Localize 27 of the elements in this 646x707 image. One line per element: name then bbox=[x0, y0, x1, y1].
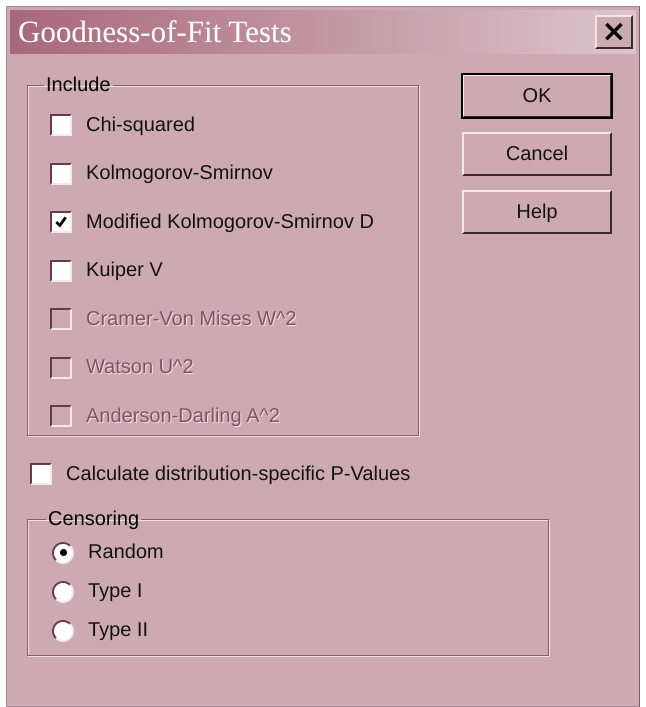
checkbox-label: Watson U^2 bbox=[86, 356, 194, 380]
window-title: Goodness-of-Fit Tests bbox=[18, 14, 292, 50]
checkbox-label: Anderson-Darling A^2 bbox=[86, 404, 280, 428]
checkbox[interactable] bbox=[50, 114, 72, 136]
checkbox-label: Chi-squared bbox=[86, 114, 195, 137]
radio-label: Random bbox=[88, 541, 164, 564]
radio-button[interactable] bbox=[52, 620, 74, 642]
group-label: Include bbox=[45, 74, 112, 97]
checkbox-label: Kuiper V bbox=[86, 259, 163, 282]
radio-label: Type I bbox=[88, 580, 142, 603]
checkbox[interactable] bbox=[30, 463, 52, 485]
checkbox[interactable] bbox=[50, 260, 72, 282]
radio-button[interactable] bbox=[52, 542, 74, 564]
dialog-button[interactable]: Help bbox=[462, 190, 612, 234]
checkbox-label: Kolmogorov-Smirnov bbox=[86, 162, 273, 186]
group-label: Censoring bbox=[47, 508, 140, 531]
checkbox[interactable] bbox=[50, 162, 72, 185]
checkbox[interactable] bbox=[50, 211, 72, 234]
checkbox-label: Cramer-Von Mises W^2 bbox=[86, 308, 297, 331]
dialog-button[interactable]: Cancel bbox=[462, 132, 612, 176]
dialog-button[interactable]: OK bbox=[462, 74, 612, 118]
checkbox-label: Modified Kolmogorov-Smirnov D bbox=[86, 210, 374, 234]
checkbox-label: Calculate distribution-specific P-Values bbox=[66, 462, 410, 486]
check-icon bbox=[54, 215, 68, 230]
close-button[interactable]: × bbox=[595, 15, 633, 49]
radio-button[interactable] bbox=[52, 580, 74, 602]
radio-label: Type II bbox=[88, 619, 148, 642]
